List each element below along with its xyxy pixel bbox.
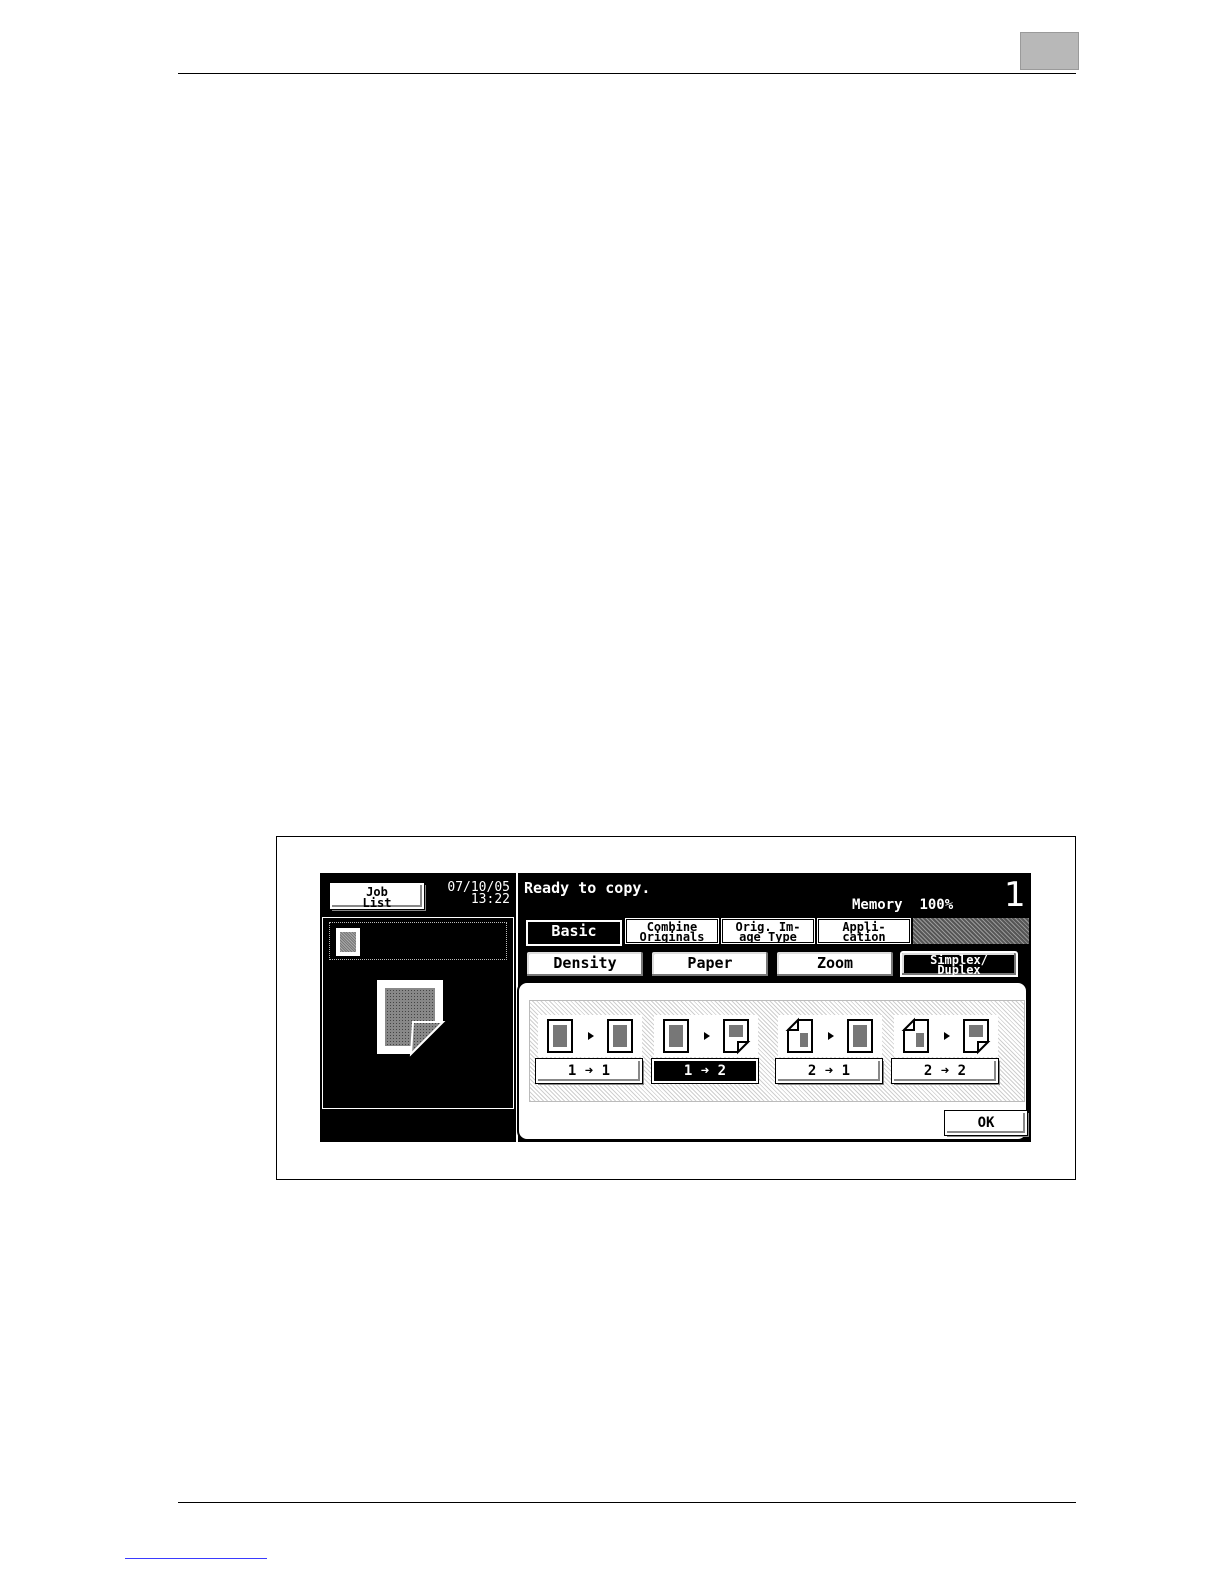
duplex-1-1-button[interactable]: 1 ➜ 1	[535, 1058, 643, 1084]
preview-panel	[322, 917, 514, 1109]
header-rule	[178, 73, 1076, 74]
footer-rule	[178, 1502, 1076, 1503]
option-1-to-1: 1 ➜ 1	[534, 1007, 646, 1091]
memory-label: Memory	[852, 897, 903, 913]
option-2-to-1: 2 ➜ 1	[774, 1007, 886, 1091]
tab-basic[interactable]: Basic	[526, 920, 622, 946]
duplex-1-2-button[interactable]: 1 ➜ 2	[651, 1058, 759, 1084]
option-2-to-2: 2 ➜ 2	[890, 1007, 1002, 1091]
duplex-options-area: 1 ➜ 1 1 ➜ 2 2 ➜ 1 2 ➜ 2	[529, 1000, 1025, 1102]
memory-value: 100%	[919, 897, 954, 913]
control-panel-screen: Job List 07/10/05 13:22 Ready to copy. M…	[320, 873, 1031, 1142]
time-text: 13:22	[470, 892, 510, 907]
tab-bar-fill	[913, 918, 1029, 944]
memory-indicator: Memory 100%	[852, 897, 953, 913]
subtab-zoom[interactable]: Zoom	[776, 951, 894, 977]
footer-link-underline	[125, 1558, 267, 1559]
date-time-display: 07/10/05 13:22	[430, 881, 510, 907]
tab-application[interactable]: Appli- cation	[817, 918, 911, 944]
two-sided-to-one-sided-icon	[778, 1015, 882, 1057]
status-message: Ready to copy.	[524, 879, 651, 897]
one-sided-to-two-sided-icon	[654, 1015, 758, 1057]
tab-orig-image-type[interactable]: Orig. Im- age Type	[721, 918, 815, 944]
simplex-duplex-panel: 1 ➜ 1 1 ➜ 2 2 ➜ 1 2 ➜ 2 OK	[517, 981, 1028, 1141]
ok-button[interactable]: OK	[944, 1110, 1028, 1136]
subtab-paper[interactable]: Paper	[651, 951, 769, 977]
page-thumbnail-icon	[336, 928, 360, 956]
one-sided-to-one-sided-icon	[538, 1015, 642, 1057]
duplex-2-2-button[interactable]: 2 ➜ 2	[891, 1058, 999, 1084]
job-list-button[interactable]: Job List	[329, 882, 425, 910]
option-1-to-2: 1 ➜ 2	[650, 1007, 762, 1091]
thumbnail-strip	[329, 922, 507, 960]
tab-combine-originals[interactable]: Combine Originals	[625, 918, 719, 944]
two-sided-to-two-sided-icon	[894, 1015, 998, 1057]
copy-count: 1	[1004, 875, 1026, 915]
chapter-tab-marker	[1020, 32, 1079, 70]
duplex-2-1-button[interactable]: 2 ➜ 1	[775, 1058, 883, 1084]
duplex-preview-icon	[377, 980, 446, 1057]
subtab-simplex-duplex[interactable]: Simplex/ Duplex	[900, 951, 1018, 977]
subtab-density[interactable]: Density	[526, 951, 644, 977]
